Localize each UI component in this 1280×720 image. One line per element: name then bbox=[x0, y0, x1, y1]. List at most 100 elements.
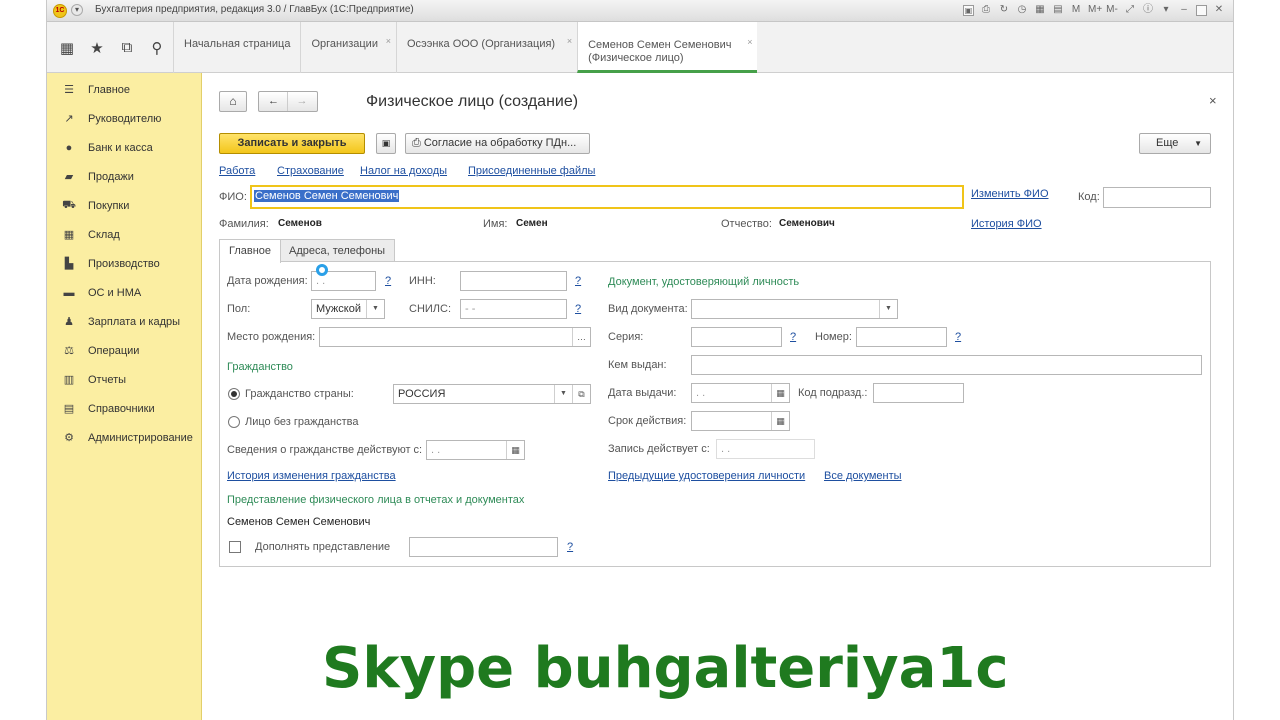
citizenship-date-input[interactable]: . . ▦ bbox=[426, 440, 525, 460]
maximize-icon[interactable] bbox=[1196, 4, 1207, 16]
close-tab-icon[interactable]: × bbox=[386, 36, 391, 46]
issue-date-input[interactable]: . . ▦ bbox=[691, 383, 790, 403]
calendar-icon[interactable]: ▦ bbox=[771, 384, 789, 402]
number-help[interactable]: ? bbox=[955, 331, 961, 343]
sidebar-item-operations[interactable]: ⚖ Операции bbox=[47, 336, 201, 365]
sidebar-item-salary[interactable]: ♟ Зарплата и кадры bbox=[47, 307, 201, 336]
series-help[interactable]: ? bbox=[790, 331, 796, 343]
close-tab-icon[interactable]: × bbox=[567, 36, 572, 46]
history-icon[interactable]: ⧉ bbox=[119, 39, 135, 56]
sidebar-item-sales[interactable]: ▰ Продажи bbox=[47, 162, 201, 191]
close-icon[interactable]: ✕ bbox=[1213, 3, 1225, 17]
birthplace-label: Место рождения: bbox=[227, 331, 316, 343]
all-docs-link[interactable]: Все документы bbox=[824, 470, 902, 482]
snils-help[interactable]: ? bbox=[575, 303, 581, 315]
memory-minus-button[interactable]: M- bbox=[1106, 3, 1118, 17]
tab-main[interactable]: Главное bbox=[219, 239, 282, 263]
search-icon[interactable]: ⚲ bbox=[149, 39, 165, 57]
supplement-help[interactable]: ? bbox=[567, 541, 573, 553]
citizenship-history-link[interactable]: История изменения гражданства bbox=[227, 470, 396, 482]
dropdown-triangle-icon[interactable]: ▼ bbox=[366, 300, 384, 318]
tab-organization[interactable]: Осээнка ООО (Организация) × bbox=[395, 22, 577, 73]
supplement-input[interactable] bbox=[409, 537, 558, 557]
birthplace-input[interactable]: … bbox=[319, 327, 591, 347]
snils-input[interactable]: - - bbox=[460, 299, 567, 319]
trend-chart-icon: ↗ bbox=[64, 113, 74, 125]
birth-date-help[interactable]: ? bbox=[385, 275, 391, 287]
citizenship-header: Гражданство bbox=[227, 361, 293, 373]
shopping-bag-icon: ▰ bbox=[64, 171, 74, 183]
stateless-radio[interactable] bbox=[228, 416, 240, 428]
ellipsis-icon[interactable]: … bbox=[572, 328, 590, 346]
more-button[interactable]: Еще ▼ bbox=[1139, 133, 1211, 154]
valid-until-input[interactable]: ▦ bbox=[691, 411, 790, 431]
citizenship-country-radio[interactable] bbox=[228, 388, 240, 400]
link-work[interactable]: Работа bbox=[219, 165, 255, 177]
country-select[interactable]: РОССИЯ ▼ ⧉ bbox=[393, 384, 591, 404]
home-button[interactable]: ⌂ bbox=[219, 91, 247, 112]
doc-type-select[interactable]: ▼ bbox=[691, 299, 898, 319]
history-fio-link[interactable]: История ФИО bbox=[971, 218, 1042, 230]
cart-icon: ⛟ bbox=[62, 198, 76, 211]
series-input[interactable] bbox=[691, 327, 782, 347]
supplement-checkbox[interactable] bbox=[229, 541, 241, 553]
calculator-icon[interactable]: ▦ bbox=[1034, 3, 1046, 17]
sidebar-item-reports[interactable]: ▥ Отчеты bbox=[47, 365, 201, 394]
save-icon[interactable]: ▣ bbox=[963, 4, 974, 16]
gender-select[interactable]: Мужской ▼ bbox=[311, 299, 385, 319]
calendar-icon[interactable]: ▦ bbox=[771, 412, 789, 430]
back-arrow-icon[interactable]: ← bbox=[260, 92, 288, 111]
dropdown-triangle-icon[interactable]: ▼ bbox=[879, 300, 897, 318]
fio-input[interactable]: Семенов Семен Семенович bbox=[250, 185, 964, 209]
number-input[interactable] bbox=[856, 327, 947, 347]
tab-addresses[interactable]: Адреса, телефоны bbox=[279, 239, 396, 262]
record-valid-input[interactable]: . . bbox=[716, 439, 815, 459]
issued-by-input[interactable] bbox=[691, 355, 1202, 375]
forward-arrow-icon[interactable]: → bbox=[288, 92, 316, 111]
tab-individual[interactable]: Семенов Семен Семенович (Физическое лицо… bbox=[577, 22, 758, 73]
minimize-icon[interactable]: ‒ bbox=[1178, 3, 1190, 17]
star-icon[interactable]: ★ bbox=[89, 39, 105, 57]
memory-plus-button[interactable]: M+ bbox=[1088, 3, 1102, 17]
link-insurance[interactable]: Страхование bbox=[277, 165, 344, 177]
close-tab-icon[interactable]: × bbox=[747, 36, 752, 49]
grid-menu-icon[interactable]: ▦ bbox=[59, 39, 75, 57]
sidebar-item-management[interactable]: ↗ Руководителю bbox=[47, 104, 201, 133]
sidebar-item-assets[interactable]: ▬ ОС и НМА bbox=[47, 278, 201, 307]
memory-m-button[interactable]: M bbox=[1070, 3, 1082, 17]
info-icon[interactable]: ⓘ bbox=[1142, 3, 1154, 17]
sidebar-item-warehouse[interactable]: ▦ Склад bbox=[47, 220, 201, 249]
link-income-tax[interactable]: Налог на доходы bbox=[360, 165, 447, 177]
dropdown-triangle-icon[interactable]: ▼ bbox=[554, 385, 572, 403]
sidebar-item-production[interactable]: ▙ Производство bbox=[47, 249, 201, 278]
save-and-close-button[interactable]: Записать и закрыть bbox=[219, 133, 365, 154]
books-icon: ▤ bbox=[63, 403, 75, 415]
code-input[interactable] bbox=[1103, 187, 1211, 208]
refresh-icon[interactable]: ↻ bbox=[998, 3, 1010, 17]
chevron-down-icon[interactable]: ▾ bbox=[1160, 3, 1172, 17]
main-menu-icon[interactable]: ▾ bbox=[71, 4, 83, 16]
open-link-icon[interactable]: ⧉ bbox=[572, 385, 590, 403]
close-form-icon[interactable]: × bbox=[1209, 93, 1217, 108]
sidebar-item-bank[interactable]: ● Банк и касса bbox=[47, 133, 201, 162]
division-code-label: Код подразд.: bbox=[798, 387, 868, 399]
consent-button[interactable]: ⎙ Согласие на обработку ПДн... bbox=[405, 133, 590, 154]
sidebar-item-purchases[interactable]: ⛟ Покупки bbox=[47, 191, 201, 220]
calendar-icon[interactable]: ▤ bbox=[1052, 3, 1064, 17]
print-icon[interactable]: ⎙ bbox=[980, 3, 992, 17]
prev-docs-link[interactable]: Предыдущие удостоверения личности bbox=[608, 470, 805, 482]
tab-organizations[interactable]: Организации × bbox=[300, 22, 396, 73]
division-code-input[interactable] bbox=[873, 383, 964, 403]
save-icon[interactable]: ▣ bbox=[376, 133, 396, 154]
change-fio-link[interactable]: Изменить ФИО bbox=[971, 188, 1049, 200]
inn-input[interactable] bbox=[460, 271, 567, 291]
calendar-icon[interactable]: ▦ bbox=[506, 441, 524, 459]
link-attached-files[interactable]: Присоединенные файлы bbox=[468, 165, 595, 177]
sidebar-item-main[interactable]: ☰ Главное bbox=[47, 75, 201, 104]
sidebar-item-directories[interactable]: ▤ Справочники bbox=[47, 394, 201, 423]
sidebar-item-admin[interactable]: ⚙ Администрирование bbox=[47, 423, 201, 452]
tab-home[interactable]: Начальная страница bbox=[173, 22, 300, 73]
expand-icon[interactable]: ⤢ bbox=[1124, 3, 1136, 17]
history-icon[interactable]: ◷ bbox=[1016, 3, 1028, 17]
inn-help[interactable]: ? bbox=[575, 275, 581, 287]
